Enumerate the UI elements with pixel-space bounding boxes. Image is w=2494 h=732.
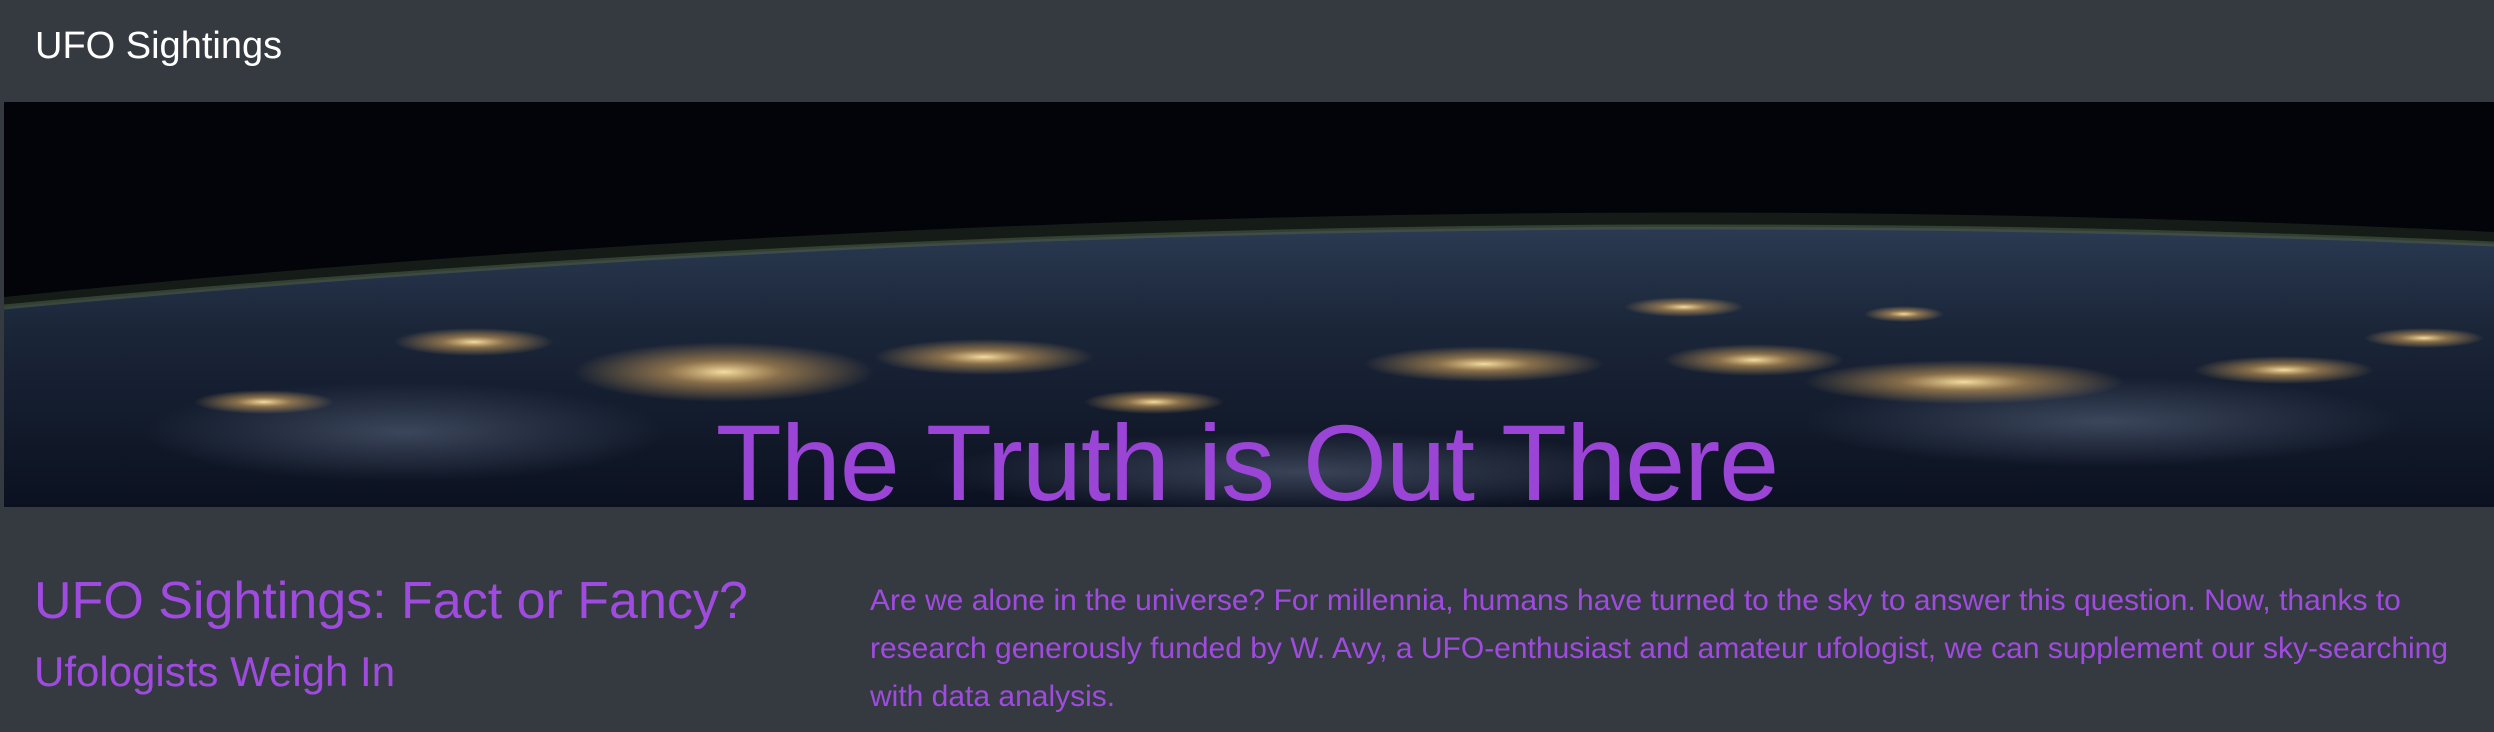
navbar: UFO Sightings	[0, 0, 2494, 100]
intro-paragraph: Are we alone in the universe? For millen…	[870, 584, 2449, 713]
page-subheadline: Ufologists Weigh In	[34, 648, 396, 695]
hero-jumbotron: The Truth is Out There	[4, 102, 2494, 507]
hero-title: The Truth is Out There	[715, 402, 1779, 507]
page-headline: UFO Sightings: Fact or Fancy?	[34, 572, 748, 630]
navbar-brand[interactable]: UFO Sightings	[35, 25, 282, 68]
main-content: UFO Sightings: Fact or Fancy? Ufologists…	[0, 507, 2494, 732]
